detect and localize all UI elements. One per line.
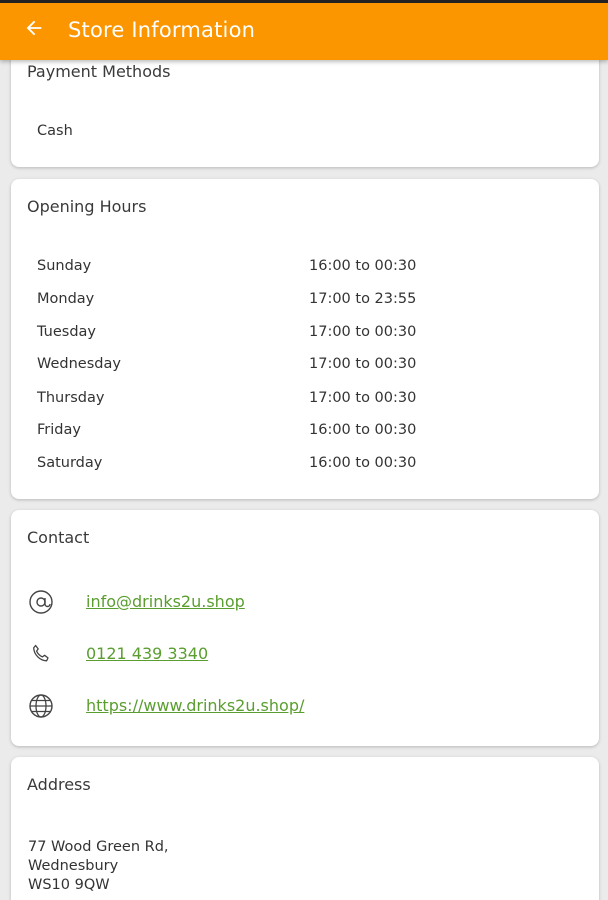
payment-methods-card: Payment Methods Cash xyxy=(11,52,599,167)
hours-row-sunday: Sunday 16:00 to 00:30 xyxy=(37,258,577,284)
hours-row-saturday: Saturday 16:00 to 00:30 xyxy=(37,455,577,481)
contact-title: Contact xyxy=(27,528,90,547)
phone-icon xyxy=(27,640,55,668)
arrow-left-icon xyxy=(23,17,45,43)
status-strip xyxy=(0,0,608,3)
day-label: Sunday xyxy=(37,258,92,274)
back-button[interactable] xyxy=(14,10,54,50)
day-label: Thursday xyxy=(37,390,105,406)
address-line-1: 77 Wood Green Rd, xyxy=(28,839,169,855)
contact-email-row: info@drinks2u.shop xyxy=(27,588,567,618)
email-link[interactable]: info@drinks2u.shop xyxy=(86,592,245,611)
contact-card: Contact info@drinks2u.shop 0121 439 3340 xyxy=(11,510,599,746)
address-line-3: WS10 9QW xyxy=(28,877,110,893)
time-range: 17:00 to 23:55 xyxy=(309,291,417,307)
opening-hours-card: Opening Hours Sunday 16:00 to 00:30 Mond… xyxy=(11,179,599,499)
globe-icon xyxy=(27,692,55,720)
at-sign-icon xyxy=(27,588,55,616)
hours-row-tuesday: Tuesday 17:00 to 00:30 xyxy=(37,324,577,350)
address-card: Address 77 Wood Green Rd, Wednesbury WS1… xyxy=(11,757,599,900)
hours-row-monday: Monday 17:00 to 23:55 xyxy=(37,291,577,317)
payment-method-item: Cash xyxy=(37,123,73,139)
time-range: 16:00 to 00:30 xyxy=(309,455,417,471)
day-label: Tuesday xyxy=(37,324,96,340)
opening-hours-title: Opening Hours xyxy=(27,197,147,216)
contact-phone-row: 0121 439 3340 xyxy=(27,640,567,670)
hours-row-friday: Friday 16:00 to 00:30 xyxy=(37,422,577,448)
phone-link[interactable]: 0121 439 3340 xyxy=(86,644,208,663)
day-label: Wednesday xyxy=(37,356,121,372)
hours-row-wednesday: Wednesday 17:00 to 00:30 xyxy=(37,356,577,382)
contact-website-row: https://www.drinks2u.shop/ xyxy=(27,692,567,722)
time-range: 16:00 to 00:30 xyxy=(309,258,417,274)
day-label: Monday xyxy=(37,291,95,307)
app-bar: Store Information xyxy=(0,0,608,60)
day-label: Friday xyxy=(37,422,81,438)
time-range: 17:00 to 00:30 xyxy=(309,356,417,372)
page-title: Store Information xyxy=(68,18,256,42)
website-link[interactable]: https://www.drinks2u.shop/ xyxy=(86,696,304,715)
time-range: 17:00 to 00:30 xyxy=(309,324,417,340)
address-title: Address xyxy=(27,775,91,794)
payment-methods-title: Payment Methods xyxy=(27,62,171,81)
time-range: 16:00 to 00:30 xyxy=(309,422,417,438)
hours-row-thursday: Thursday 17:00 to 00:30 xyxy=(37,390,577,416)
day-label: Saturday xyxy=(37,455,103,471)
time-range: 17:00 to 00:30 xyxy=(309,390,417,406)
address-line-2: Wednesbury xyxy=(28,858,119,874)
